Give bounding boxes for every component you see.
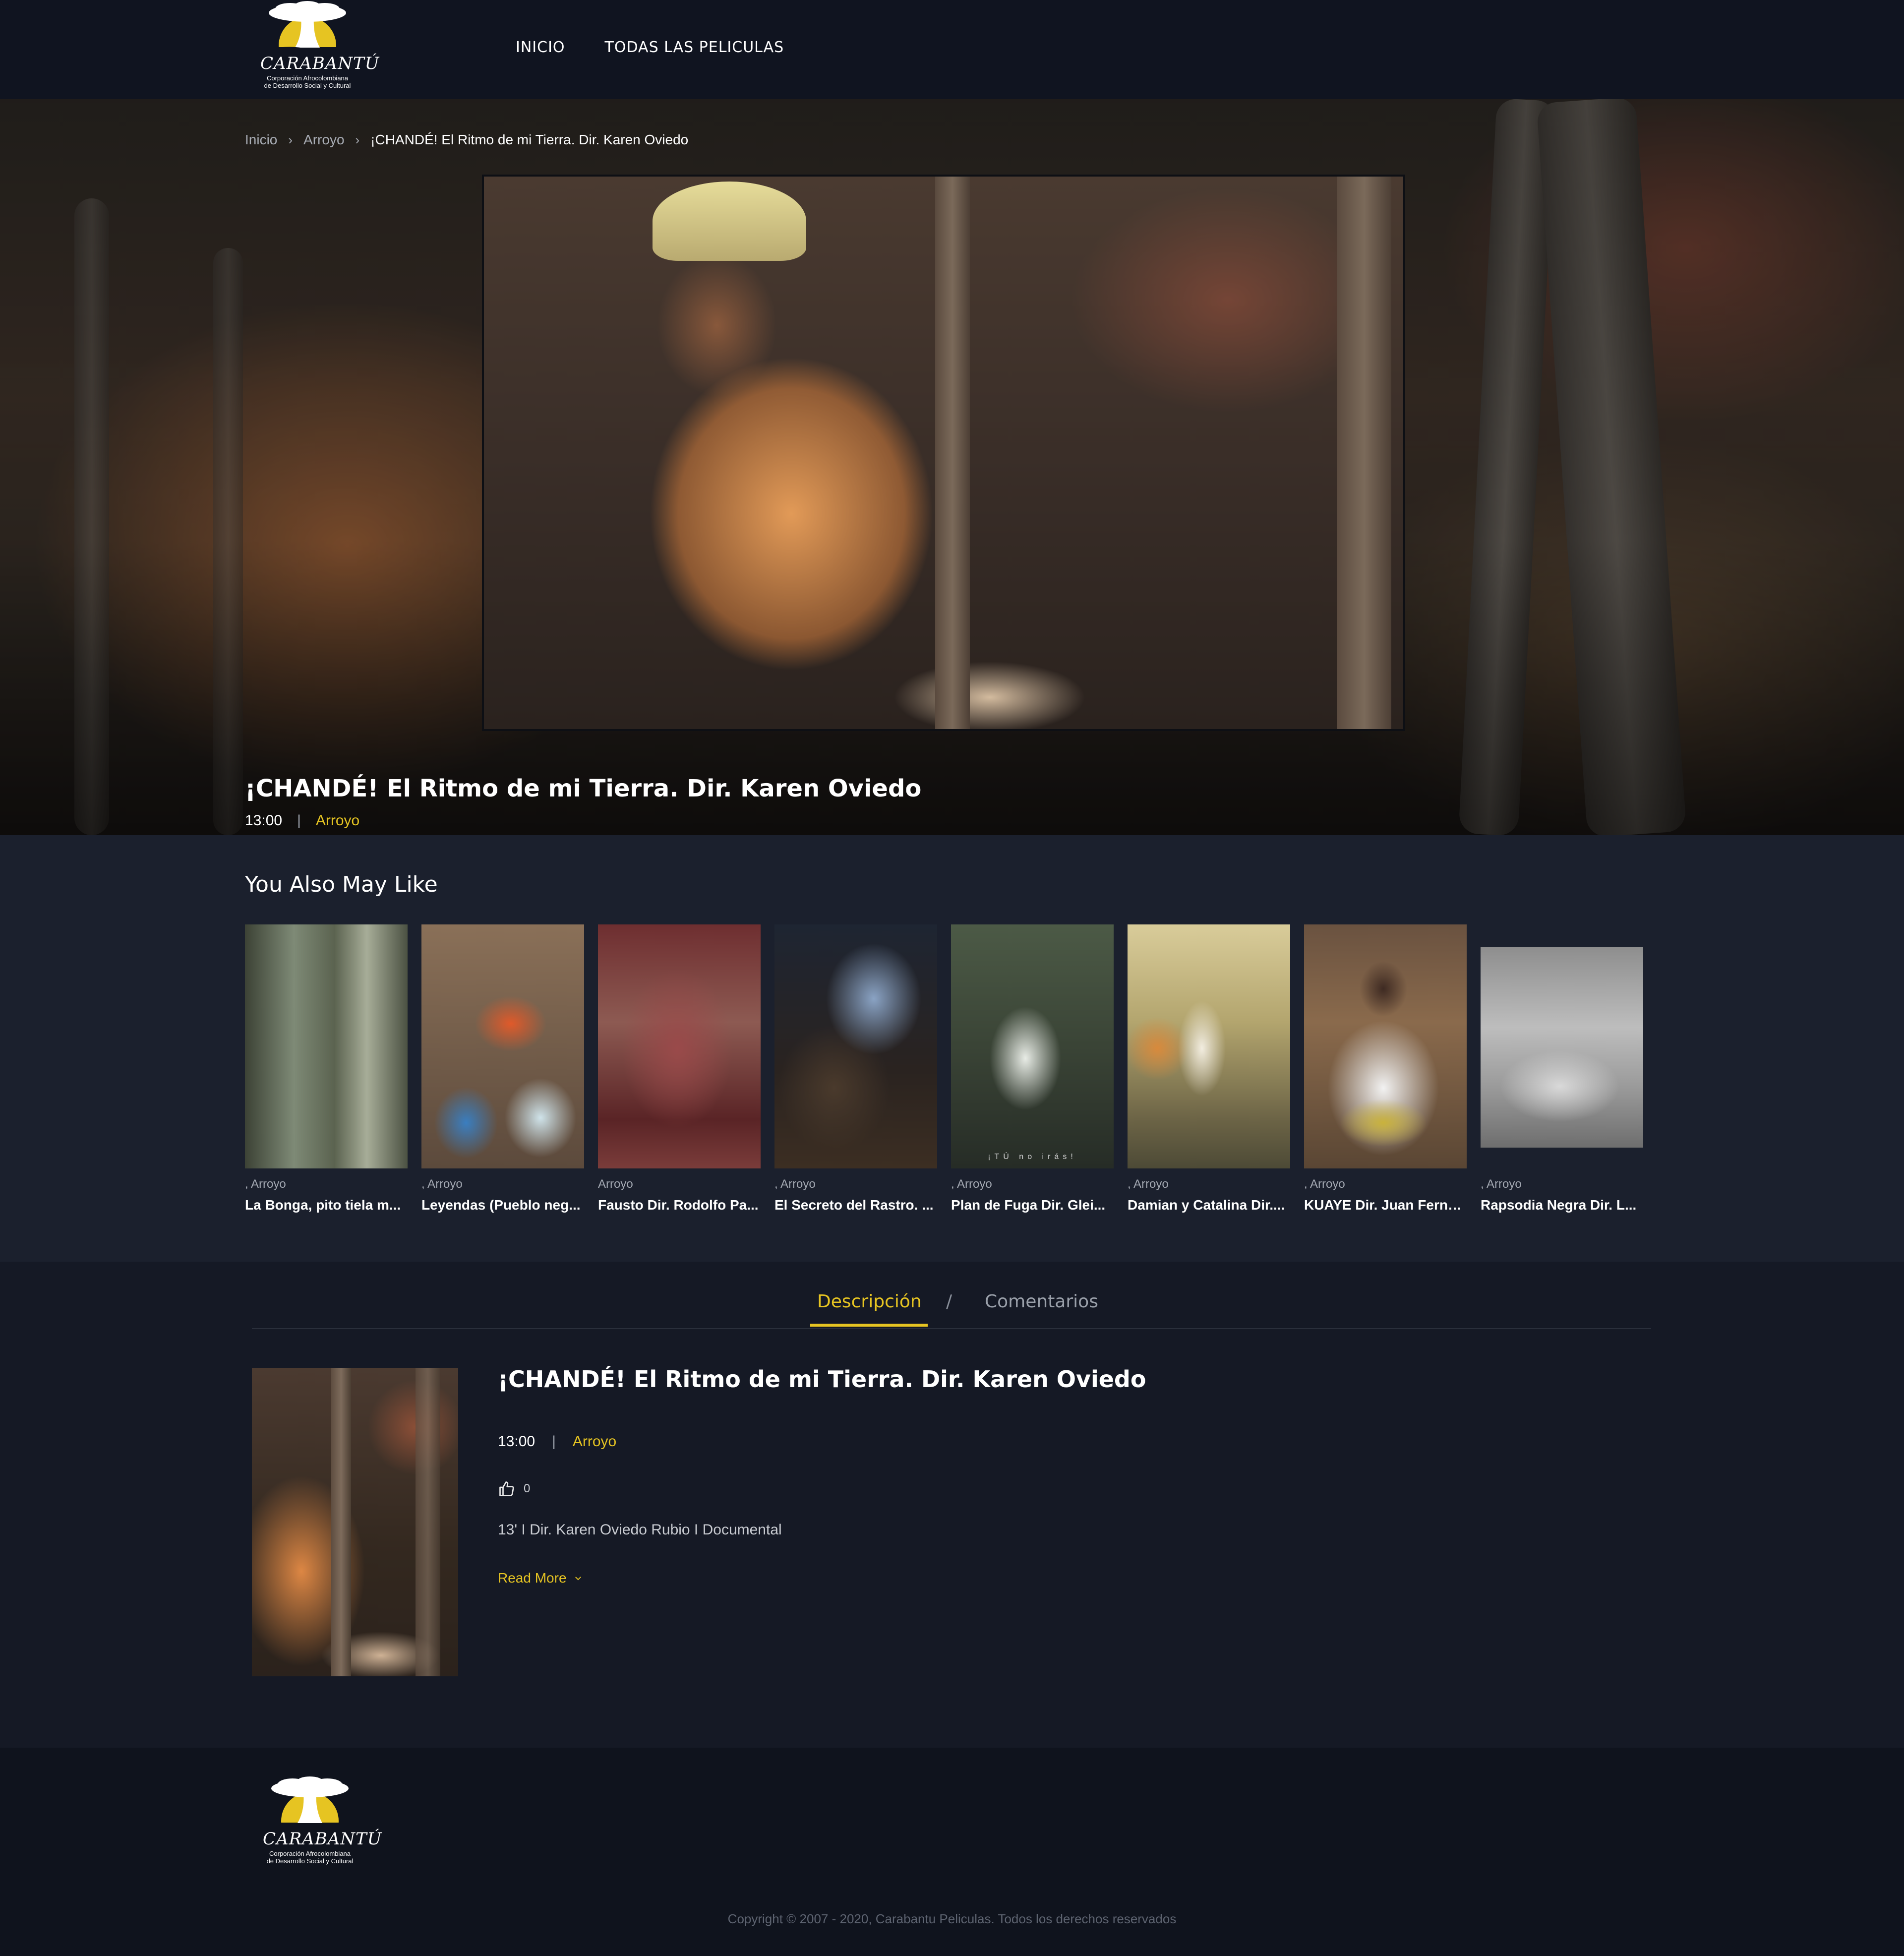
site-footer: CARABANTÚ Corporación Afrocolombiana de …: [0, 1748, 1904, 1956]
related-thumbnail[interactable]: [1304, 924, 1467, 1168]
related-title[interactable]: El Secreto del Rastro. ...: [774, 1197, 937, 1213]
footer-logo[interactable]: CARABANTÚ Corporación Afrocolombiana de …: [263, 1775, 382, 1875]
baobab-tree-icon: [263, 1776, 357, 1830]
logo-tagline: Corporación Afrocolombiana de Desarrollo…: [263, 1850, 357, 1865]
poster-post: [331, 1368, 351, 1676]
related-thumbnail[interactable]: [1128, 924, 1290, 1168]
movie-title: ¡CHANDÉ! El Ritmo de mi Tierra. Dir. Kar…: [498, 1366, 1146, 1393]
thumbs-up-icon: [499, 1481, 514, 1496]
tab-separator: /: [946, 1291, 952, 1312]
movie-poster: [252, 1368, 458, 1676]
site-header: CARABANTÚ Corporación Afrocolombiana de …: [0, 0, 1904, 99]
video-frame-post: [935, 177, 970, 729]
hero-category-link[interactable]: Arroyo: [316, 812, 359, 829]
logo-brand-name: CARABANTÚ: [260, 54, 380, 73]
related-thumbnail[interactable]: [774, 924, 937, 1168]
related-section: You Also May Like , Arroyo La Bonga, pit…: [0, 835, 1904, 1262]
movie-meta-separator: |: [552, 1433, 556, 1450]
hero-meta: 13:00 | Arroyo: [245, 812, 359, 829]
logo-tagline: Corporación Afrocolombiana de Desarrollo…: [260, 74, 355, 89]
hero-meta-separator: |: [297, 812, 301, 829]
related-category: , Arroyo: [1481, 1177, 1522, 1191]
related-thumbnail[interactable]: ¡TÚ no irás!: [951, 924, 1114, 1168]
breadcrumb-separator: ›: [288, 132, 293, 147]
related-category: , Arroyo: [245, 1177, 286, 1191]
video-frame-post: [1337, 177, 1391, 729]
breadcrumb: Inicio › Arroyo › ¡CHANDÉ! El Ritmo de m…: [245, 132, 688, 148]
logo-brand-name: CARABANTÚ: [263, 1829, 382, 1849]
poster-post: [416, 1368, 440, 1676]
related-category: , Arroyo: [1128, 1177, 1169, 1191]
breadcrumb-current: ¡CHANDÉ! El Ritmo de mi Tierra. Dir. Kar…: [370, 132, 689, 147]
content-tabs: Descripción / Comentarios: [252, 1262, 1651, 1329]
movie-duration: 13:00: [498, 1433, 536, 1450]
main-nav: INICIO TODAS LAS PELICULAS: [516, 39, 784, 56]
related-category: , Arroyo: [774, 1177, 816, 1191]
hero-title: ¡CHANDÉ! El Ritmo de mi Tierra. Dir. Kar…: [245, 775, 922, 802]
carabantu-logo[interactable]: CARABANTÚ Corporación Afrocolombiana de …: [260, 0, 380, 99]
logo-tagline-line1: Corporación Afrocolombiana: [269, 1850, 351, 1857]
related-title[interactable]: KUAYE Dir. Juan Ferna...: [1304, 1197, 1467, 1213]
breadcrumb-arroyo[interactable]: Arroyo: [303, 132, 344, 148]
related-thumbnail[interactable]: [598, 924, 761, 1168]
related-title[interactable]: Fausto Dir. Rodolfo Pa...: [598, 1197, 761, 1213]
copyright-text: Copyright © 2007 - 2020, Carabantu Pelic…: [727, 1911, 1177, 1926]
thumbnail-caption: ¡TÚ no irás!: [988, 1153, 1077, 1161]
related-thumbnail[interactable]: [245, 924, 408, 1168]
read-more-link[interactable]: Read More: [498, 1570, 583, 1586]
baobab-tree-icon: [260, 1, 355, 55]
related-category: , Arroyo: [1304, 1177, 1345, 1191]
logo-tagline-line2: de Desarrollo Social y Cultural: [266, 1857, 354, 1865]
video-player[interactable]: [482, 175, 1405, 731]
related-thumbnail[interactable]: [1481, 947, 1643, 1148]
like-button[interactable]: 0: [498, 1480, 530, 1498]
tab-descripcion[interactable]: Descripción: [810, 1291, 928, 1327]
related-title[interactable]: Plan de Fuga Dir. Glei...: [951, 1197, 1114, 1213]
related-thumbnail[interactable]: [421, 924, 584, 1168]
logo-tagline-line2: de Desarrollo Social y Cultural: [264, 82, 351, 89]
related-heading: You Also May Like: [245, 872, 438, 897]
hero-banner: Inicio › Arroyo › ¡CHANDÉ! El Ritmo de m…: [0, 99, 1904, 835]
related-category: , Arroyo: [951, 1177, 992, 1191]
chevron-down-icon: [575, 1577, 581, 1581]
movie-category-link[interactable]: Arroyo: [573, 1433, 616, 1450]
hero-duration: 13:00: [245, 812, 283, 829]
movie-description-text: 13' I Dir. Karen Oviedo Rubio I Document…: [498, 1522, 782, 1538]
related-title[interactable]: Leyendas (Pueblo neg...: [421, 1197, 584, 1213]
related-title[interactable]: Rapsodia Negra Dir. L...: [1481, 1197, 1643, 1213]
read-more-label: Read More: [498, 1570, 567, 1586]
related-category: , Arroyo: [421, 1177, 463, 1191]
nav-item-todas-las-peliculas[interactable]: TODAS LAS PELICULAS: [605, 39, 784, 56]
description-panel: ¡CHANDÉ! El Ritmo de mi Tierra. Dir. Kar…: [0, 1329, 1904, 1746]
movie-meta: 13:00 | Arroyo: [498, 1433, 616, 1450]
related-title[interactable]: La Bonga, pito tiela m...: [245, 1197, 408, 1213]
related-category: Arroyo: [598, 1177, 633, 1191]
logo-tagline-line1: Corporación Afrocolombiana: [266, 74, 349, 82]
breadcrumb-inicio[interactable]: Inicio: [245, 132, 277, 148]
breadcrumb-separator: ›: [355, 132, 360, 147]
tab-comentarios[interactable]: Comentarios: [985, 1291, 1098, 1312]
related-title[interactable]: Damian y Catalina Dir....: [1128, 1197, 1290, 1213]
video-frame-cap: [653, 182, 806, 261]
like-count: 0: [524, 1482, 531, 1495]
nav-item-inicio[interactable]: INICIO: [516, 39, 565, 56]
